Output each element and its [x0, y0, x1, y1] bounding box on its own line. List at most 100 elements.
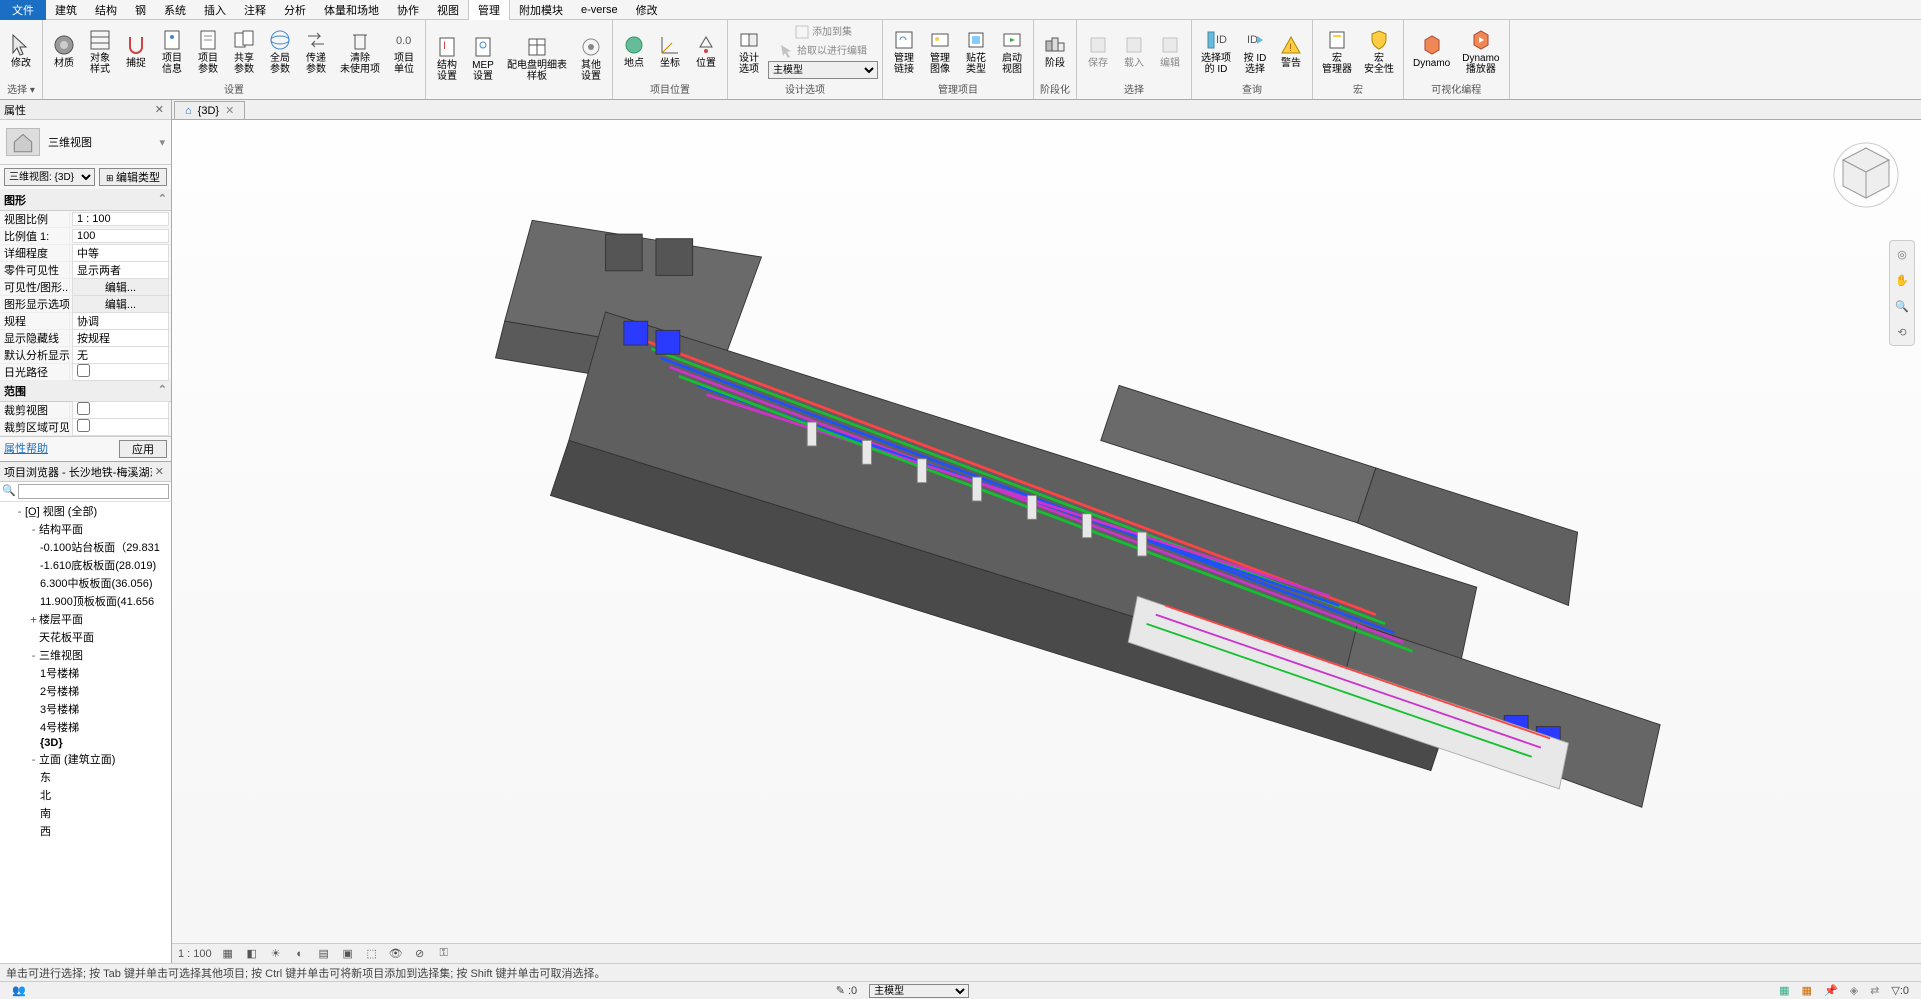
visual-style-icon[interactable]: ◧ [244, 946, 260, 962]
object-styles-button[interactable]: 对象 样式 [83, 26, 117, 77]
view-cube[interactable] [1831, 140, 1901, 210]
select-underlay-icon[interactable]: ▦ [1796, 984, 1818, 997]
apply-button[interactable]: 应用 [119, 440, 167, 458]
menu-tab-insert[interactable]: 插入 [195, 0, 235, 20]
panel-schedule-button[interactable]: 配电盘明细表 样板 [502, 33, 572, 84]
close-tab-icon[interactable]: ✕ [225, 104, 234, 117]
menu-tab-analyze[interactable]: 分析 [275, 0, 315, 20]
menu-tab-collab[interactable]: 协作 [388, 0, 428, 20]
materials-button[interactable]: 材质 [47, 31, 81, 71]
browser-leaf[interactable]: 6.300中板板面(36.056) [0, 574, 171, 592]
property-value[interactable]: 编辑... [72, 278, 169, 296]
menu-tab-massing[interactable]: 体量和场地 [315, 0, 388, 20]
modify-button[interactable]: 修改 [4, 31, 38, 71]
menu-file[interactable]: 文件 [0, 0, 46, 20]
reveal-constraints-icon[interactable]: ⚿ [436, 946, 452, 962]
project-browser[interactable]: -[O̲] 视图 (全部) -结构平面-0.100站台板面（29.831-1.6… [0, 502, 171, 963]
snaps-button[interactable]: 捕捉 [119, 31, 153, 71]
menu-tab-struct[interactable]: 结构 [86, 0, 126, 20]
browser-leaf[interactable]: 东 [0, 768, 171, 786]
project-info-button[interactable]: 项目 信息 [155, 26, 189, 77]
property-value[interactable] [72, 401, 169, 419]
instance-dropdown[interactable]: 三维视图: {3D} [4, 168, 95, 186]
viewport[interactable]: ⌂{3D}✕ [172, 100, 1921, 963]
drag-elements-icon[interactable]: ⇄ [1864, 984, 1885, 997]
temp-hide-icon[interactable]: ⊘ [412, 946, 428, 962]
workset-icon[interactable]: 👥 [6, 984, 32, 997]
menu-tab-manage[interactable]: 管理 [468, 0, 510, 20]
decal-types-button[interactable]: 贴花 类型 [959, 26, 993, 77]
select-pinned-icon[interactable]: 📌 [1818, 984, 1844, 997]
view-tab-3d[interactable]: ⌂{3D}✕ [174, 101, 245, 119]
crop-region-icon[interactable]: ⬚ [364, 946, 380, 962]
browser-root[interactable]: -[O̲] 视图 (全部) [0, 502, 171, 520]
detail-level-icon[interactable]: ▦ [220, 946, 236, 962]
browser-leaf[interactable]: {3D} [0, 736, 171, 750]
menu-tab-everse[interactable]: e-verse [572, 2, 627, 18]
position-button[interactable]: 位置 [689, 31, 723, 71]
design-option-status-dropdown[interactable]: 主模型 [869, 984, 969, 998]
property-value[interactable]: 无 [72, 346, 169, 364]
global-params-button[interactable]: 全局 参数 [263, 26, 297, 77]
startup-view-button[interactable]: 启动 视图 [995, 26, 1029, 77]
crop-view-icon[interactable]: ▣ [340, 946, 356, 962]
property-value[interactable]: 中等 [72, 244, 169, 262]
design-option-dropdown[interactable]: 主模型 [768, 61, 878, 79]
browser-node[interactable]: -立面 (建筑立面) [0, 750, 171, 768]
manage-images-button[interactable]: 管理 图像 [923, 26, 957, 77]
browser-leaf[interactable]: 南 [0, 804, 171, 822]
browser-leaf[interactable]: 4号楼梯 [0, 718, 171, 736]
other-settings-button[interactable]: 其他 设置 [574, 33, 608, 84]
menu-tab-arch[interactable]: 建筑 [46, 0, 86, 20]
full-nav-wheel-icon[interactable]: ◎ [1893, 245, 1911, 263]
unhide-icon[interactable]: 👁 [388, 946, 404, 962]
browser-leaf[interactable]: 2号楼梯 [0, 682, 171, 700]
project-params-button[interactable]: 项目 参数 [191, 26, 225, 77]
warnings-button[interactable]: !警告 [1274, 31, 1308, 71]
group-extents[interactable]: 范围⌃ [0, 381, 171, 402]
close-properties-icon[interactable]: ✕ [152, 103, 167, 116]
render-dialog-icon[interactable]: ▤ [316, 946, 332, 962]
browser-leaf[interactable]: -1.610底板板面(28.019) [0, 556, 171, 574]
purge-button[interactable]: 清除 未使用项 [335, 26, 385, 77]
group-graphics[interactable]: 图形⌃ [0, 190, 171, 211]
menu-tab-modify[interactable]: 修改 [627, 0, 667, 20]
shared-params-button[interactable]: 共享 参数 [227, 26, 261, 77]
browser-leaf[interactable]: 北 [0, 786, 171, 804]
edit-type-button[interactable]: ⊞ 编辑类型 [99, 168, 167, 186]
browser-leaf[interactable]: 1号楼梯 [0, 664, 171, 682]
browser-leaf[interactable]: 西 [0, 822, 171, 840]
browser-leaf[interactable]: -0.100站台板面（29.831 [0, 538, 171, 556]
ids-of-selection-button[interactable]: ID选择项 的 ID [1196, 26, 1236, 77]
property-value[interactable]: 编辑... [72, 295, 169, 313]
browser-node[interactable]: 天花板平面 [0, 628, 171, 646]
menu-tab-annotate[interactable]: 注释 [235, 0, 275, 20]
close-browser-icon[interactable]: ✕ [152, 465, 167, 478]
properties-help-link[interactable]: 属性帮助 [4, 440, 48, 458]
editable-only-icon[interactable]: ✎ :0 [830, 984, 863, 997]
menu-tab-addins[interactable]: 附加模块 [510, 0, 572, 20]
browser-leaf[interactable]: 3号楼梯 [0, 700, 171, 718]
view-scale[interactable]: 1 : 100 [178, 948, 212, 960]
property-value[interactable]: 显示两者 [72, 261, 169, 279]
select-by-id-button[interactable]: ID按 ID 选择 [1238, 26, 1272, 77]
location-button[interactable]: 地点 [617, 31, 651, 71]
transfer-params-button[interactable]: 传递 参数 [299, 26, 333, 77]
zoom-icon[interactable]: 🔍 [1893, 297, 1911, 315]
property-value[interactable]: 1 : 100 [72, 212, 169, 226]
design-options-button[interactable]: 设计 选项 [732, 26, 766, 77]
property-value[interactable]: 100 [72, 229, 169, 243]
property-value[interactable] [72, 418, 169, 436]
menu-tab-view[interactable]: 视图 [428, 0, 468, 20]
shadows-icon[interactable]: ◐ [292, 946, 308, 962]
struct-settings-button[interactable]: I结构 设置 [430, 33, 464, 84]
menu-tab-systems[interactable]: 系统 [155, 0, 195, 20]
macro-manager-button[interactable]: 宏 管理器 [1317, 26, 1357, 77]
browser-search-input[interactable] [18, 484, 169, 499]
orbit-icon[interactable]: ⟲ [1893, 323, 1911, 341]
filter-icon[interactable]: ▽:0 [1885, 984, 1915, 997]
select-face-icon[interactable]: ◈ [1844, 984, 1864, 997]
phases-button[interactable]: 阶段 [1038, 31, 1072, 71]
browser-leaf[interactable]: 11.900顶板板面(41.656 [0, 592, 171, 610]
macro-security-button[interactable]: 宏 安全性 [1359, 26, 1399, 77]
